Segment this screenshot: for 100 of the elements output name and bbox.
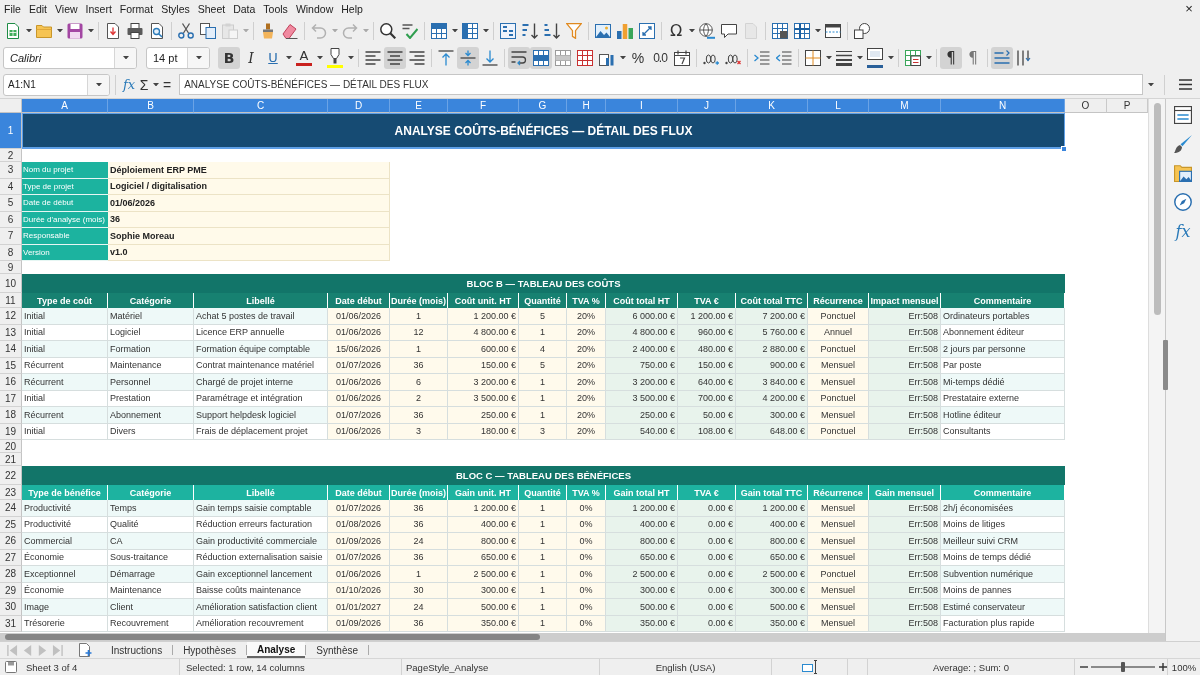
dropdown-button[interactable] [87,74,109,95]
table-cell: 24 [390,533,448,550]
page-style[interactable]: PageStyle_Analyse [406,661,489,673]
navigator-button[interactable] [1171,190,1195,214]
merge-center-button[interactable] [530,46,552,69]
caret-icon [482,28,489,33]
column-header[interactable]: O [1065,99,1107,113]
close-button[interactable]: × [1178,0,1200,17]
column-header[interactable]: D [328,99,390,113]
row-header[interactable]: 2 [0,149,22,162]
left-to-right-button[interactable]: ¶ [940,46,962,69]
row-header[interactable]: 5 [0,195,22,212]
row-header[interactable]: 11 [0,293,22,308]
column-header[interactable]: K [736,99,808,113]
row-header[interactable]: 28 [0,566,22,583]
menu-item[interactable]: Sheet [193,0,230,17]
sum-button[interactable]: Σ [137,73,152,96]
functions-button[interactable]: fx [1171,219,1195,243]
column-header[interactable]: L [808,99,869,113]
row-header[interactable]: 26 [0,533,22,550]
table-cell: 0.00 € [678,500,736,517]
clipboard-icon [222,22,238,39]
horizontal-scrollbar[interactable] [0,633,1165,641]
vertical-scrollbar[interactable] [1148,99,1165,633]
row-header[interactable]: 7 [0,228,22,245]
sidebar-handle[interactable] [1163,340,1168,390]
add-sheet-button[interactable] [77,642,93,658]
menu-item[interactable]: Format [115,0,158,17]
row-header[interactable]: 18 [0,407,22,424]
styles-button[interactable] [1171,132,1195,156]
menu-item[interactable]: Styles [157,0,194,17]
row-header[interactable]: 3 [0,162,22,179]
row-header[interactable]: 30 [0,599,22,616]
sheet-tab[interactable]: Hypothèses [173,642,246,658]
language-indicator[interactable]: English (USA) [655,661,716,673]
column-header[interactable]: G [519,99,567,113]
row-header[interactable]: 14 [0,341,22,358]
dropdown-button[interactable] [187,47,209,68]
row-header[interactable]: 12 [0,308,22,325]
column-header[interactable]: H [567,99,606,113]
row-header[interactable]: 21 [0,453,22,466]
zoom-level[interactable]: 100% [1171,661,1197,673]
menu-item[interactable]: Help [337,0,367,17]
menu-item[interactable]: Insert [81,0,116,17]
align-middle-button[interactable] [457,46,479,69]
column-header[interactable]: P [1107,99,1148,113]
text-direction-button[interactable] [991,46,1013,69]
menu-item[interactable]: Edit [24,0,51,17]
menu-item[interactable]: File [0,0,25,17]
row-header[interactable]: 16 [0,374,22,391]
font-size-field[interactable]: 14 pt [146,46,210,69]
highlighting-button[interactable] [324,46,346,69]
percent-format-button[interactable]: % [627,46,649,69]
number-format-button[interactable]: 0.0 [649,46,671,69]
column-header[interactable]: B [108,99,194,113]
fill-handle[interactable] [1061,146,1067,152]
column-header[interactable]: J [678,99,736,113]
menu-item[interactable]: View [51,0,82,17]
row-header[interactable]: 1 [0,113,22,149]
sheet-tab[interactable]: Synthèse [306,642,368,658]
align-left-icon [365,49,381,66]
row-header[interactable]: 23 [0,485,22,500]
row-header[interactable]: 20 [0,440,22,453]
align-center-button[interactable] [384,46,406,69]
row-header[interactable]: 9 [0,261,22,274]
formula-button[interactable]: = [160,73,175,96]
sheet-tab[interactable]: Analyse [246,642,306,658]
right-to-left-button[interactable]: ¶ [962,46,984,69]
column-header[interactable]: E [390,99,448,113]
column-header[interactable]: C [194,99,328,113]
special-character-button[interactable]: Ω [665,19,687,42]
column-header[interactable]: N [941,99,1065,113]
border-color-button[interactable] [864,46,886,69]
italic-button[interactable]: I [240,46,262,69]
rectangle-cursor-icon[interactable] [801,660,818,674]
function-wizard-button[interactable]: fx [121,73,138,96]
slider-thumb[interactable] [1121,662,1125,672]
row-header[interactable]: 22 [0,466,22,485]
name-box[interactable]: A1:N1 [3,73,110,96]
menu-item[interactable]: Data [229,0,260,17]
column-header[interactable]: F [448,99,519,113]
properties-button[interactable] [1171,103,1195,127]
column-header[interactable]: M [869,99,941,113]
dropdown-button[interactable] [114,47,136,68]
zoom-in-button[interactable] [1158,661,1167,673]
menu-item[interactable]: Window [291,0,338,17]
column-header[interactable]: I [606,99,678,113]
font-color-button[interactable]: A [293,46,315,69]
scrollbar-thumb[interactable] [1154,103,1161,315]
row-header[interactable]: 10 [0,274,22,293]
menu-item[interactable]: Tools [259,0,292,17]
wrap-text-button[interactable] [508,46,530,69]
row-header[interactable]: 24 [0,500,22,517]
font-name-field[interactable]: Calibri [3,46,137,69]
column-header[interactable]: A [22,99,108,113]
formula-input[interactable]: ANALYSE COÛTS-BÉNÉFICES — DÉTAIL DES FLUX [179,74,1143,95]
underline-button[interactable]: U [262,46,284,69]
sheet-tab[interactable]: Instructions [101,642,173,658]
scrollbar-thumb[interactable] [5,634,540,640]
bold-button[interactable]: B [218,46,240,69]
